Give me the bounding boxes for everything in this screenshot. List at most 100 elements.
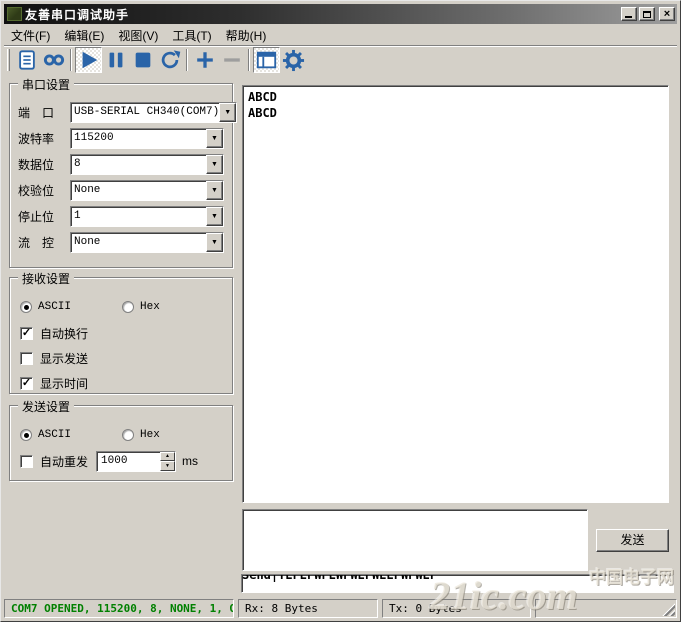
parity-select[interactable]: None ▼: [70, 180, 224, 201]
rx-bytes-panel: Rx: 8 Bytes: [238, 599, 378, 618]
window-title: 友善串口调试助手: [25, 6, 621, 23]
show-send-checkbox[interactable]: [20, 352, 33, 365]
minus-icon: [221, 49, 243, 71]
maximize-icon: [643, 11, 651, 18]
auto-linewrap-checkbox[interactable]: [20, 327, 33, 340]
port-status-panel: COM7 OPENED, 115200, 8, NONE, 1, OFF: [4, 599, 234, 618]
port-select[interactable]: USB-SERIAL CH340(COM7) ▼: [70, 102, 237, 123]
record-button[interactable]: [40, 47, 67, 73]
panels-button[interactable]: [253, 47, 280, 73]
menu-view[interactable]: 视图(V): [111, 25, 165, 46]
send-ascii-radio[interactable]: [20, 429, 32, 441]
receive-display-area[interactable]: ABCD ABCD: [242, 85, 669, 503]
app-icon: [7, 7, 22, 21]
close-icon: ×: [664, 9, 670, 19]
chevron-down-icon[interactable]: ▼: [206, 129, 223, 148]
menu-help[interactable]: 帮助(H): [219, 25, 274, 46]
auto-resend-row: 自动重发 1000 ▲ ▼ ms: [20, 452, 224, 470]
port-value: USB-SERIAL CH340(COM7): [71, 103, 219, 122]
chevron-down-icon[interactable]: ▼: [206, 233, 223, 252]
flowcontrol-row: 流 控 None ▼: [18, 232, 224, 253]
menu-tools[interactable]: 工具(T): [165, 25, 218, 46]
send-input-area[interactable]: [242, 509, 588, 571]
receive-hex-label: Hex: [140, 301, 160, 313]
receive-ascii-label: ASCII: [38, 301, 71, 313]
auto-linewrap-row: 自动换行: [20, 324, 224, 342]
minimize-button[interactable]: [621, 7, 637, 21]
record-icon: [42, 49, 66, 71]
play-icon: [78, 49, 100, 71]
plus-icon: [194, 49, 216, 71]
show-time-checkbox[interactable]: [20, 377, 33, 390]
flowcontrol-select[interactable]: None ▼: [70, 232, 224, 253]
baudrate-value: 115200: [71, 129, 206, 148]
auto-resend-checkbox[interactable]: [20, 455, 33, 468]
new-file-button[interactable]: [13, 47, 40, 73]
pause-icon: [105, 49, 127, 71]
send-button[interactable]: 发送: [596, 529, 669, 552]
resize-grip[interactable]: [662, 603, 675, 616]
show-send-row: 显示发送: [20, 349, 224, 367]
send-hex-label: Hex: [140, 429, 160, 441]
spin-down-icon[interactable]: ▼: [160, 461, 175, 471]
databits-row: 数据位 8 ▼: [18, 154, 224, 175]
refresh-icon: [159, 49, 181, 71]
spin-up-icon[interactable]: ▲: [160, 452, 175, 462]
toolbar-grip[interactable]: [7, 49, 10, 71]
play-button[interactable]: [75, 47, 102, 73]
maximize-button[interactable]: [639, 7, 655, 21]
pause-button[interactable]: [102, 47, 129, 73]
chevron-down-icon[interactable]: ▼: [206, 155, 223, 174]
auto-linewrap-label: 自动换行: [40, 325, 88, 342]
stopbits-row: 停止位 1 ▼: [18, 206, 224, 227]
send-ascii-label: ASCII: [38, 429, 71, 441]
databits-select[interactable]: 8 ▼: [70, 154, 224, 175]
send-history-bar[interactable]: Send|TEFEFWFEWFWEFWEEFWFWEF: [241, 574, 674, 593]
chevron-down-icon[interactable]: ▼: [206, 207, 223, 226]
gear-icon: [282, 49, 305, 72]
stop-button[interactable]: [129, 47, 156, 73]
zoom-out-button[interactable]: [218, 47, 245, 73]
stopbits-label: 停止位: [18, 208, 70, 225]
receive-settings-group: 接收设置 ASCII Hex 自动换行 显示发送 显示时间: [9, 277, 233, 394]
interval-unit-label: ms: [182, 454, 198, 468]
port-label: 端 口: [18, 104, 70, 121]
statusbar-spacer-panel: [535, 599, 677, 618]
show-time-row: 显示时间: [20, 374, 224, 392]
new-file-icon: [16, 49, 38, 71]
databits-value: 8: [71, 155, 206, 174]
port-settings-title: 串口设置: [18, 76, 74, 93]
receive-format-radios: ASCII Hex: [20, 298, 224, 316]
settings-button[interactable]: [280, 47, 307, 73]
receive-ascii-radio[interactable]: [20, 301, 32, 313]
stopbits-select[interactable]: 1 ▼: [70, 206, 224, 227]
toolbar-separator: [186, 49, 188, 71]
chevron-down-icon[interactable]: ▼: [206, 181, 223, 200]
auto-resend-label: 自动重发: [40, 453, 88, 470]
close-button[interactable]: ×: [659, 7, 675, 21]
stopbits-value: 1: [71, 207, 206, 226]
menu-edit[interactable]: 编辑(E): [57, 25, 111, 46]
toolbar-separator: [248, 49, 250, 71]
resend-interval-stepper[interactable]: 1000 ▲ ▼: [96, 451, 176, 472]
receive-hex-radio[interactable]: [122, 301, 134, 313]
send-hex-radio[interactable]: [122, 429, 134, 441]
refresh-button[interactable]: [156, 47, 183, 73]
parity-row: 校验位 None ▼: [18, 180, 224, 201]
resend-interval-value: 1000: [97, 452, 160, 471]
zoom-in-button[interactable]: [191, 47, 218, 73]
panels-icon: [255, 49, 278, 71]
baudrate-row: 波特率 115200 ▼: [18, 128, 224, 149]
menu-file[interactable]: 文件(F): [4, 25, 57, 46]
receive-settings-title: 接收设置: [18, 270, 74, 287]
send-settings-group: 发送设置 ASCII Hex 自动重发 1000 ▲ ▼ ms: [9, 405, 233, 481]
parity-label: 校验位: [18, 182, 70, 199]
baudrate-select[interactable]: 115200 ▼: [70, 128, 224, 149]
app-window: 友善串口调试助手 × 文件(F) 编辑(E) 视图(V) 工具(T) 帮助(H): [0, 0, 681, 622]
send-format-radios: ASCII Hex: [20, 426, 224, 444]
menubar: 文件(F) 编辑(E) 视图(V) 工具(T) 帮助(H): [4, 25, 677, 45]
port-row: 端 口 USB-SERIAL CH340(COM7) ▼: [18, 102, 224, 123]
minimize-icon: [625, 16, 632, 18]
port-settings-group: 串口设置 端 口 USB-SERIAL CH340(COM7) ▼ 波特率 11…: [9, 83, 233, 268]
chevron-down-icon[interactable]: ▼: [219, 103, 236, 122]
